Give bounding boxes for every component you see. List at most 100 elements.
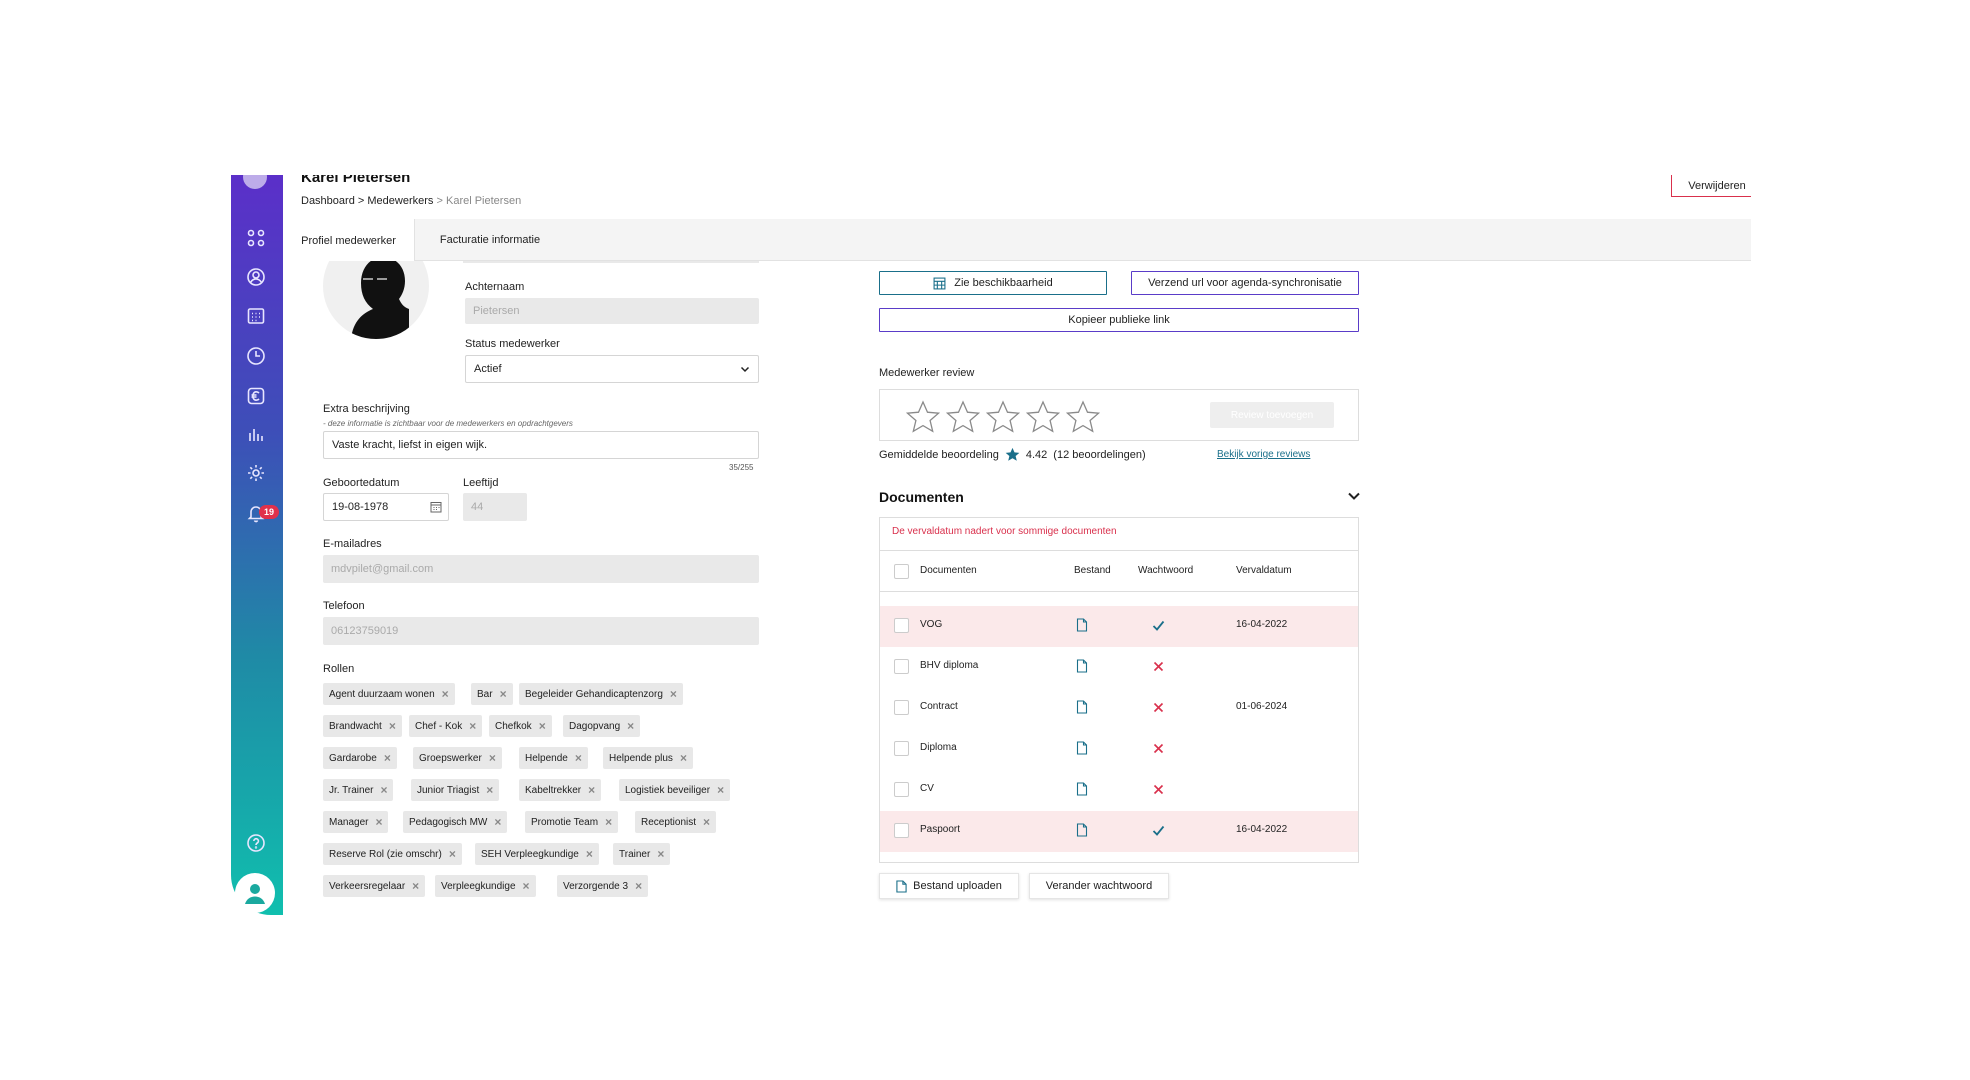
kopieer-link-button[interactable]: Kopieer publieke link xyxy=(879,308,1359,332)
status-select[interactable]: Actief xyxy=(465,355,759,383)
agenda-sync-button[interactable]: Verzend url voor agenda-synchronisatie xyxy=(1131,271,1359,295)
table-row[interactable]: Paspoort 16-04-2022 xyxy=(880,811,1358,852)
remove-tag-icon[interactable]: × xyxy=(486,784,493,796)
row-checkbox[interactable] xyxy=(894,782,909,797)
user-icon[interactable] xyxy=(245,266,267,288)
remove-tag-icon[interactable]: × xyxy=(670,688,677,700)
row-checkbox[interactable] xyxy=(894,741,909,756)
file-icon[interactable] xyxy=(1076,700,1088,714)
tab-profiel[interactable]: Profiel medewerker xyxy=(283,219,415,262)
star-icon[interactable] xyxy=(1066,400,1100,434)
achternaam-field[interactable]: Pietersen xyxy=(465,298,759,324)
file-icon[interactable] xyxy=(1076,782,1088,796)
file-icon[interactable] xyxy=(1076,823,1088,837)
review-toevoegen-button[interactable]: Review toevoegen xyxy=(1210,402,1334,428)
role-tag: Logistiek beveiliger × xyxy=(619,779,731,801)
remove-tag-icon[interactable]: × xyxy=(605,816,612,828)
bestand-uploaden-button[interactable]: Bestand uploaden xyxy=(879,873,1019,899)
remove-tag-icon[interactable]: × xyxy=(703,816,710,828)
table-header: Documenten Bestand Wachtwoord Vervaldatu… xyxy=(880,550,1358,592)
chevron-down-icon[interactable] xyxy=(1347,489,1361,503)
row-checkbox[interactable] xyxy=(894,700,909,715)
remove-tag-icon[interactable]: × xyxy=(539,720,546,732)
telefoon-field[interactable]: 06123759019 xyxy=(323,617,759,645)
dashboard-icon[interactable] xyxy=(245,227,267,249)
remove-tag-icon[interactable]: × xyxy=(575,752,582,764)
remove-tag-icon[interactable]: × xyxy=(680,752,687,764)
table-row[interactable]: BHV diploma xyxy=(880,647,1358,688)
remove-tag-icon[interactable]: × xyxy=(469,720,476,732)
character-counter: 35/255 xyxy=(729,463,754,472)
remove-tag-icon[interactable]: × xyxy=(442,688,449,700)
settings-icon[interactable] xyxy=(245,462,267,484)
table-row[interactable]: Contract 01-06-2024 xyxy=(880,688,1358,729)
breadcrumb-medewerkers[interactable]: Medewerkers xyxy=(367,195,433,207)
chart-icon[interactable] xyxy=(245,423,267,445)
table-row[interactable]: CV xyxy=(880,770,1358,811)
help-icon[interactable] xyxy=(245,832,267,854)
leeftijd-field: 44 xyxy=(463,493,527,521)
row-checkbox[interactable] xyxy=(894,823,909,838)
geboortedatum-field[interactable]: 19-08-1978 xyxy=(323,493,449,521)
page-header: Karel Pietersen Dashboard > Medewerkers … xyxy=(283,175,1751,223)
breadcrumb-dashboard[interactable]: Dashboard xyxy=(301,195,355,207)
role-tag: Dagopvang × xyxy=(563,715,641,737)
file-icon[interactable] xyxy=(1076,618,1088,632)
remove-tag-icon[interactable]: × xyxy=(384,752,391,764)
remove-tag-icon[interactable]: × xyxy=(627,720,634,732)
geboortedatum-label: Geboortedatum xyxy=(323,477,400,489)
extra-beschrijving-textarea[interactable]: Vaste kracht, liefst in eigen wijk. xyxy=(323,431,759,459)
beschikbaarheid-button[interactable]: Zie beschikbaarheid xyxy=(879,271,1107,295)
role-tag-label: Brandwacht xyxy=(329,720,382,732)
file-icon[interactable] xyxy=(1076,741,1088,755)
verander-wachtwoord-button[interactable]: Verander wachtwoord xyxy=(1029,873,1169,899)
role-tag: Junior Triagist × xyxy=(411,779,500,801)
remove-tag-icon[interactable]: × xyxy=(657,848,664,860)
euro-icon[interactable] xyxy=(245,385,267,407)
remove-tag-icon[interactable]: × xyxy=(380,784,387,796)
status-label: Status medewerker xyxy=(465,338,560,350)
remove-tag-icon[interactable]: × xyxy=(449,848,456,860)
remove-tag-icon[interactable]: × xyxy=(717,784,724,796)
remove-tag-icon[interactable]: × xyxy=(375,816,382,828)
document-name: Contract xyxy=(920,701,958,712)
remove-tag-icon[interactable]: × xyxy=(586,848,593,860)
remove-tag-icon[interactable]: × xyxy=(389,720,396,732)
delete-button[interactable]: Verwijderen xyxy=(1671,175,1751,197)
app-window: 19 Karel Pietersen Dashboard > Medewerke… xyxy=(231,175,1751,915)
remove-tag-icon[interactable]: × xyxy=(412,880,419,892)
star-icon[interactable] xyxy=(1026,400,1060,434)
calendar-icon[interactable] xyxy=(245,305,267,327)
role-tag: Pedagogisch MW × xyxy=(403,811,508,833)
table-row[interactable]: VOG 16-04-2022 xyxy=(880,606,1358,647)
tab-facturatie[interactable]: Facturatie informatie xyxy=(415,219,565,261)
clock-icon[interactable] xyxy=(245,345,267,367)
remove-tag-icon[interactable]: × xyxy=(489,752,496,764)
review-label: Medewerker review xyxy=(879,367,975,379)
remove-tag-icon[interactable]: × xyxy=(588,784,595,796)
role-tag: Chefkok × xyxy=(489,715,552,737)
remove-tag-icon[interactable]: × xyxy=(500,688,507,700)
check-icon xyxy=(1152,825,1165,836)
star-icon[interactable] xyxy=(986,400,1020,434)
remove-tag-icon[interactable]: × xyxy=(494,816,501,828)
profile-photo[interactable] xyxy=(323,261,429,341)
star-icon[interactable] xyxy=(906,400,940,434)
email-field[interactable]: mdvpilet@gmail.com xyxy=(323,555,759,583)
star-rating[interactable] xyxy=(906,400,1100,434)
role-tag-label: Jr. Trainer xyxy=(329,784,374,796)
profile-avatar[interactable] xyxy=(235,873,275,913)
row-checkbox[interactable] xyxy=(894,618,909,633)
role-tag: Reserve Rol (zie omschr) × xyxy=(323,843,462,865)
extra-beschrijving-hint: - deze informatie is zichtbaar voor de m… xyxy=(323,419,573,428)
remove-tag-icon[interactable]: × xyxy=(523,880,530,892)
calendar-icon[interactable] xyxy=(430,501,442,513)
remove-tag-icon[interactable]: × xyxy=(635,880,642,892)
select-all-checkbox[interactable] xyxy=(894,564,909,579)
portrait-silhouette-icon xyxy=(351,261,409,339)
row-checkbox[interactable] xyxy=(894,659,909,674)
file-icon[interactable] xyxy=(1076,659,1088,673)
bekijk-reviews-link[interactable]: Bekijk vorige reviews xyxy=(1217,449,1310,460)
table-row[interactable]: Diploma xyxy=(880,729,1358,770)
star-icon[interactable] xyxy=(946,400,980,434)
